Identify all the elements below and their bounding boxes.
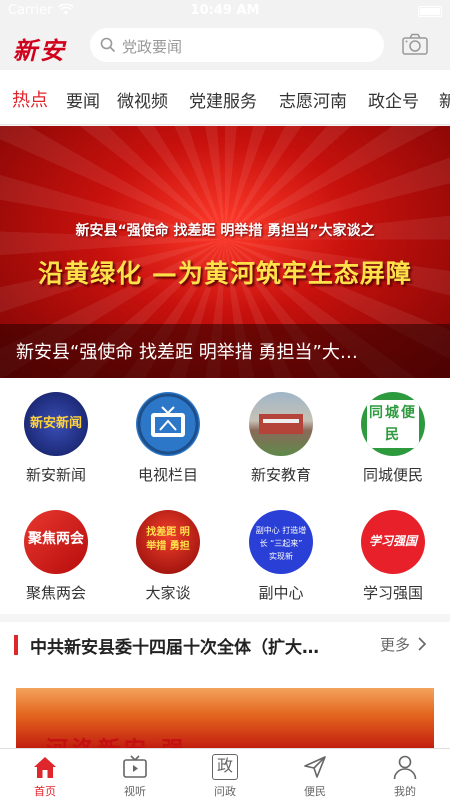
bottom-nav: 首页 视听 政 问政 便民 我的 [0, 748, 450, 800]
banner-caption: 新安县“强使命 找差距 明举措 勇担当”大… [0, 324, 450, 378]
grid-label: 新安新闻 [25, 466, 86, 484]
nav-label: 首页 [34, 785, 56, 798]
zheng-icon: 政 [212, 754, 238, 780]
grid-label: 新安教育 [250, 466, 311, 484]
hero-banner[interactable]: 新安县“强使命 找差距 明举措 勇担当”大家谈之 沿黄绿化 —为黄河筑牢生态屏障… [0, 126, 450, 378]
nav-inquiry[interactable]: 政 问政 [180, 749, 270, 800]
grid-label: 电视栏目 [137, 466, 198, 484]
feature-grid: 新安新闻 新安新闻 电视栏目 新安教育 同城便民 同城便民 聚焦两会 聚焦两会 … [0, 378, 450, 614]
nav-home[interactable]: 首页 [0, 749, 90, 800]
user-icon [393, 755, 417, 780]
grid-label: 大家谈 [145, 584, 191, 602]
grid-label: 学习强国 [362, 584, 423, 602]
tv-column-icon [136, 392, 200, 456]
tab-volunteer-henan[interactable]: 志愿河南 [279, 87, 347, 112]
news-image[interactable]: 河洛新安 强… [16, 688, 434, 748]
grid-label: 副中心 [258, 584, 304, 602]
everyone-talks-icon: 找差距 明举措 勇担 [136, 510, 200, 574]
grid-item-xinan-news[interactable]: 新安新闻 新安新闻 [0, 378, 112, 488]
status-bar: Carrier 10:49 AM [0, 0, 450, 22]
nav-label: 便民 [304, 785, 326, 798]
news-image-text: 河洛新安 强… [46, 732, 214, 748]
battery-icon [418, 6, 442, 17]
nav-label: 问政 [214, 785, 236, 798]
chevron-right-icon [418, 637, 426, 651]
nav-label: 视听 [124, 785, 146, 798]
news-list: 河洛新安 强… [0, 668, 450, 748]
search-placeholder: 党政要闻 [122, 38, 183, 56]
headline-accent-bar [14, 635, 18, 655]
send-icon [304, 756, 326, 778]
headline-row[interactable]: 中共新安县委十四届十次全体（扩大… 更多 [0, 622, 450, 668]
app-logo[interactable]: 新安 [13, 31, 67, 66]
school-photo-icon [249, 392, 313, 456]
tab-gov-enterprise[interactable]: 政企号 [368, 87, 419, 112]
two-sessions-icon: 聚焦两会 [24, 510, 88, 574]
grid-item-everyone-talks[interactable]: 找差距 明举措 勇担 大家谈 [112, 496, 224, 606]
nav-mine[interactable]: 我的 [360, 749, 450, 800]
grid-label: 聚焦两会 [25, 584, 86, 602]
nav-watch-listen[interactable]: 视听 [90, 749, 180, 800]
more-label: 更多 [380, 636, 411, 654]
grid-item-study-strong-nation[interactable]: 学习强国 学习强国 [337, 496, 449, 606]
banner-subtitle: 新安县“强使命 找差距 明举措 勇担当”大家谈之 [75, 223, 375, 239]
tab-micro-video[interactable]: 微视频 [117, 87, 168, 112]
banner-main-title: 沿黄绿化 —为黄河筑牢生态屏障 [38, 259, 412, 288]
tab-hot[interactable]: 热点 [12, 86, 48, 112]
more-button[interactable]: 更多 [380, 634, 427, 655]
nav-label: 我的 [394, 785, 416, 798]
sub-center-icon: 副中心 打造增长 “三起来” 实现新 [249, 510, 313, 574]
city-convenience-icon: 同城便民 [361, 392, 425, 456]
category-tabs: 热点 要闻 微视频 党建服务 志愿河南 政企号 新 [0, 70, 450, 125]
tv-icon [123, 755, 147, 778]
search-icon [100, 37, 116, 53]
search-box[interactable]: 党政要闻 [90, 28, 384, 62]
grid-item-city-convenience[interactable]: 同城便民 同城便民 [337, 378, 449, 488]
study-strong-nation-icon: 学习强国 [361, 510, 425, 574]
banner-caption-text: 新安县“强使命 找差距 明举措 勇担当”大… [16, 342, 358, 363]
tab-news[interactable]: 要闻 [66, 87, 100, 112]
camera-icon[interactable] [402, 33, 428, 55]
grid-item-two-sessions[interactable]: 聚焦两会 聚焦两会 [0, 496, 112, 606]
xinan-news-icon: 新安新闻 [24, 392, 88, 456]
tv-icon [137, 393, 199, 455]
grid-item-tv-column[interactable]: 电视栏目 [112, 378, 224, 488]
top-bar: 新安 党政要闻 [0, 22, 450, 70]
home-icon [34, 757, 56, 778]
grid-item-xinan-education[interactable]: 新安教育 [225, 378, 337, 488]
headline-text[interactable]: 中共新安县委十四届十次全体（扩大… [30, 633, 370, 658]
nav-convenience[interactable]: 便民 [270, 749, 360, 800]
tab-more-overflow[interactable]: 新 [439, 87, 450, 112]
grid-item-sub-center[interactable]: 副中心 打造增长 “三起来” 实现新 副中心 [225, 496, 337, 606]
tab-party-service[interactable]: 党建服务 [189, 87, 257, 112]
status-time: 10:49 AM [190, 3, 260, 18]
grid-label: 同城便民 [362, 466, 423, 484]
